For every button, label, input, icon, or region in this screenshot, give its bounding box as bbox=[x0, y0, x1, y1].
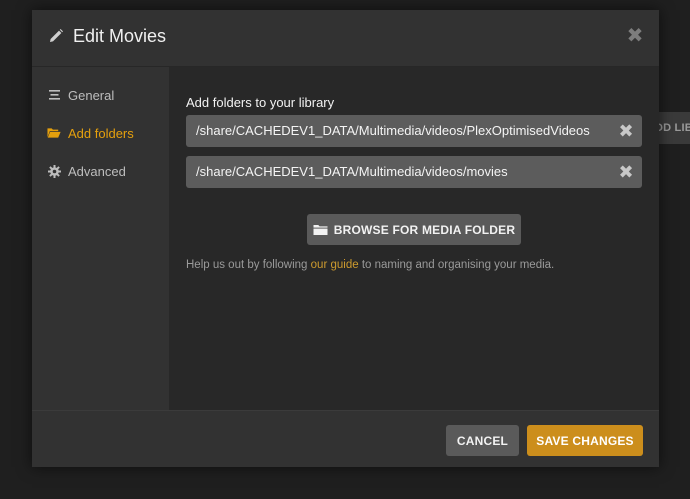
remove-folder-icon[interactable]: ✖ bbox=[618, 162, 634, 182]
sidebar-item-general[interactable]: General bbox=[47, 84, 114, 106]
help-prefix: Help us out by following bbox=[186, 259, 311, 271]
gear-icon bbox=[47, 164, 61, 178]
sidebar: General Add folders Advanced bbox=[32, 67, 169, 410]
save-changes-button[interactable]: SAVE CHANGES bbox=[527, 425, 643, 456]
modal-header: Edit Movies ✖ bbox=[32, 10, 659, 67]
folder-icon bbox=[313, 224, 328, 236]
browse-button-label: BROWSE FOR MEDIA FOLDER bbox=[333, 222, 516, 237]
help-text: Help us out by following our guide to na… bbox=[186, 259, 554, 271]
close-icon[interactable]: ✖ bbox=[625, 25, 645, 47]
sidebar-item-add-folders[interactable]: Add folders bbox=[47, 122, 134, 144]
folder-open-icon bbox=[47, 126, 61, 140]
folder-row: /share/CACHEDEV1_DATA/Multimedia/videos/… bbox=[186, 115, 642, 147]
list-icon bbox=[47, 88, 61, 102]
sidebar-item-label: Advanced bbox=[68, 163, 126, 179]
modal-title: Edit Movies bbox=[73, 26, 167, 46]
pencil-icon bbox=[48, 28, 64, 44]
folder-path[interactable]: /share/CACHEDEV1_DATA/Multimedia/videos/… bbox=[196, 123, 590, 138]
browse-for-media-folder-button[interactable]: BROWSE FOR MEDIA FOLDER bbox=[307, 214, 521, 245]
folder-path[interactable]: /share/CACHEDEV1_DATA/Multimedia/videos/… bbox=[196, 164, 508, 179]
our-guide-link[interactable]: our guide bbox=[311, 259, 359, 271]
help-suffix: to naming and organising your media. bbox=[358, 259, 555, 271]
sidebar-item-label: Add folders bbox=[68, 125, 134, 141]
content-panel: Add folders to your library /share/CACHE… bbox=[169, 67, 659, 410]
folder-row: /share/CACHEDEV1_DATA/Multimedia/videos/… bbox=[186, 156, 642, 188]
remove-folder-icon[interactable]: ✖ bbox=[618, 121, 634, 141]
modal-footer: CANCEL SAVE CHANGES bbox=[32, 410, 659, 467]
sidebar-item-label: General bbox=[68, 87, 115, 103]
edit-library-modal: Edit Movies ✖ General Add folders Advanc… bbox=[32, 10, 659, 467]
background-add-library-label: DD LIB bbox=[655, 122, 690, 134]
section-label: Add folders to your library bbox=[186, 95, 335, 110]
cancel-button[interactable]: CANCEL bbox=[446, 425, 519, 456]
sidebar-item-advanced[interactable]: Advanced bbox=[47, 160, 126, 182]
